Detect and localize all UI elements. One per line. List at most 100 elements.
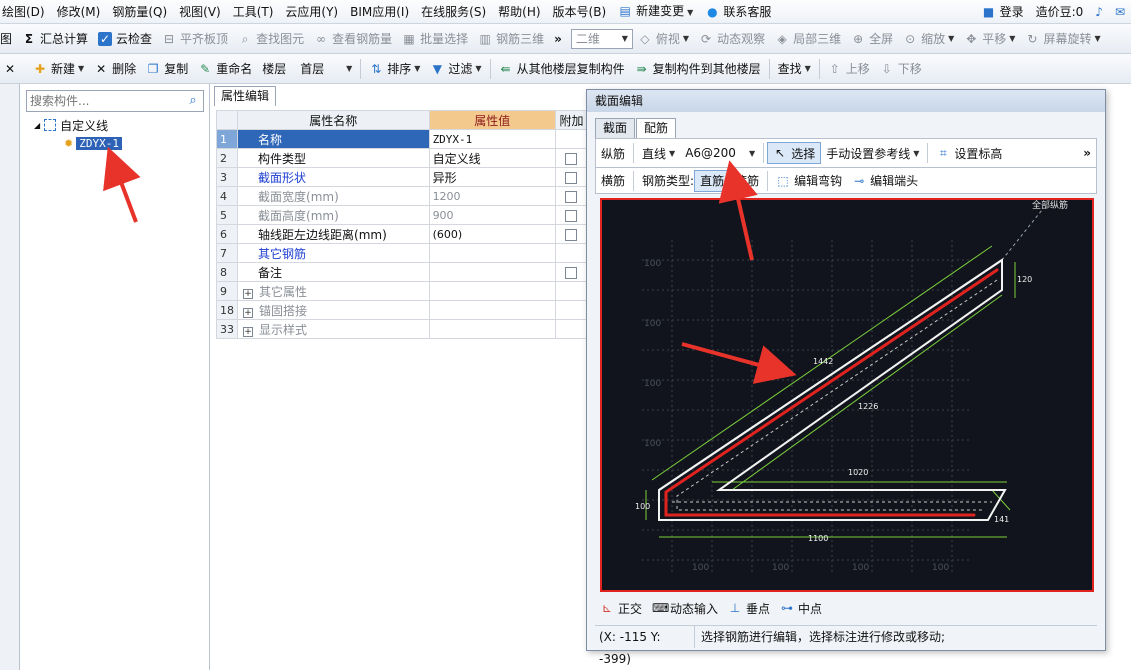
property-row[interactable]: 3 截面形状 异形 [215,167,589,187]
find-button[interactable]: 查找 ▼ [773,56,816,82]
menu-item-bim[interactable]: BIM应用(I) [344,0,415,23]
dialog-toolbar-overflow-icon[interactable]: » [1078,142,1096,164]
find-element-button[interactable]: ⌕ 查找图元 [233,26,309,52]
stirrup-button[interactable]: 箍筋 [730,170,764,192]
transverse-rebar-button[interactable]: 横筋 [596,170,630,192]
property-row[interactable]: 18 + 锚固搭接 [215,300,589,320]
edit-hook-button[interactable]: ⬚ 编辑弯钩 [771,170,847,192]
property-row[interactable]: 4 截面宽度(mm) 1200 [215,186,589,206]
expand-icon[interactable]: + [243,307,254,318]
new-change-button[interactable]: ▤ 新建变更 ▼ [612,0,699,23]
toolbar-item-draw[interactable]: 图 [0,26,17,52]
menu-item-help[interactable]: 帮助(H) [492,0,546,23]
menu-item-version[interactable]: 版本号(B) [547,0,613,23]
property-group[interactable]: + 显示样式 [237,319,430,339]
property-group[interactable]: + 锚固搭接 [237,300,430,320]
property-value[interactable]: 1200 [428,186,556,206]
additional-checkbox[interactable] [565,171,578,184]
menu-item-rebar-qty[interactable]: 钢筋量(Q) [106,0,173,23]
property-value[interactable]: 自定义线 [428,148,556,168]
search-input[interactable] [27,91,177,111]
panel-close-icon[interactable]: ✕ [0,56,20,82]
property-row[interactable]: 5 截面高度(mm) 900 [215,205,589,225]
property-group[interactable]: + 其它属性 [237,281,430,301]
rebar-spec-select[interactable]: A6@200 ▼ [680,142,760,164]
menu-item-draw[interactable]: 绘图(D) [0,0,51,23]
menu-item-modify[interactable]: 修改(M) [51,0,107,23]
ortho-button[interactable]: ⊾ 正交 [595,597,647,619]
property-value[interactable]: 900 [428,205,556,225]
property-value[interactable]: (600) [428,224,556,244]
flush-slab-top-button[interactable]: ⊟ 平齐板顶 [157,26,233,52]
cloud-check-button[interactable]: ✓ 云检查 [93,26,157,52]
pan-button[interactable]: ✥ 平移 ▼ [959,26,1020,52]
floor-select[interactable]: 首层 ▼ [295,59,357,79]
property-row[interactable]: 9 + 其它属性 [215,281,589,301]
filter-button[interactable]: ▼ 过滤 ▼ [425,56,486,82]
menu-item-tools[interactable]: 工具(T) [227,0,280,23]
line-type-select[interactable]: 直线 ▼ [637,142,680,164]
move-up-button[interactable]: ⇧ 上移 [823,56,875,82]
rebar-3d-button[interactable]: ▥ 钢筋三维 [473,26,549,52]
set-elevation-button[interactable]: ⌗ 设置标高 [931,142,1007,164]
batch-select-button[interactable]: ▦ 批量选择 [397,26,473,52]
tree-node-zdyx-1[interactable]: ✹ ZDYX-1 [64,134,122,152]
additional-checkbox[interactable] [565,209,578,222]
property-row[interactable]: 2 构件类型 自定义线 [215,148,589,168]
search-icon[interactable]: ⌕ [185,93,201,109]
property-row[interactable]: 33 + 显示样式 [215,319,589,339]
summary-calc-button[interactable]: Σ 汇总计算 [17,26,93,52]
property-row[interactable]: 7 其它钢筋 [215,243,589,263]
property-value-input[interactable]: ZDYX-1 [428,129,556,149]
dynamic-input-button[interactable]: ⌨ 动态输入 [647,597,723,619]
select-button[interactable]: ↖ 选择 [767,142,822,164]
property-value[interactable] [428,262,556,282]
collapse-toggle-icon[interactable]: ◢ [34,121,40,130]
move-down-button[interactable]: ⇩ 下移 [875,56,927,82]
property-value[interactable]: 异形 [428,167,556,187]
tab-section[interactable]: 截面 [595,118,636,138]
contact-support-button[interactable]: ● 联系客服 [699,0,777,23]
menu-item-view[interactable]: 视图(V) [173,0,227,23]
top-view-button[interactable]: ◇ 俯视 ▼ [633,26,694,52]
local-3d-button[interactable]: ◈ 局部三维 [770,26,846,52]
midpoint-button[interactable]: ⊶ 中点 [775,597,827,619]
section-drawing[interactable]: 100 100 100 100 100 100 100 100 1442 122… [602,200,1092,590]
expand-icon[interactable]: + [243,326,254,337]
tree-node-custom-line[interactable]: ◢ 自定义线 [34,116,122,134]
view-mode-select[interactable]: 二维 ▼ [570,28,633,49]
menu-item-online[interactable]: 在线服务(S) [415,0,492,23]
property-row[interactable]: 6 轴线距左边线距离(mm) (600) [215,224,589,244]
longitudinal-rebar-button[interactable]: 纵筋 [596,142,630,164]
additional-checkbox[interactable] [565,190,578,203]
additional-checkbox[interactable] [565,228,578,241]
delete-button[interactable]: ✕ 删除 [89,56,141,82]
perpendicular-button[interactable]: ⊥ 垂点 [723,597,775,619]
section-canvas[interactable]: 100 100 100 100 100 100 100 100 1442 122… [600,198,1094,592]
view-rebar-qty-button[interactable]: ∞ 查看钢筋量 [309,26,397,52]
fullscreen-button[interactable]: ⊕ 全屏 [846,26,898,52]
expand-icon[interactable]: + [243,288,254,299]
property-value[interactable] [428,243,556,263]
menu-item-cloud[interactable]: 云应用(Y) [279,0,344,23]
screen-rotate-button[interactable]: ↻ 屏幕旋转 ▼ [1020,26,1105,52]
tab-reinforcement[interactable]: 配筋 [636,118,677,138]
notification-icon[interactable]: ♪ [1089,0,1109,23]
straight-rebar-button[interactable]: 直筋 [694,169,731,192]
sort-button[interactable]: ⇅ 排序 ▼ [364,56,425,82]
toolbar-overflow-icon[interactable]: » [549,26,567,52]
copy-from-other-floor-button[interactable]: ⇚ 从其他楼层复制构件 [494,56,630,82]
edit-end-button[interactable]: ⊸ 编辑端头 [847,170,923,192]
additional-checkbox[interactable] [565,152,578,165]
copy-to-other-floor-button[interactable]: ⇛ 复制构件到其他楼层 [630,56,766,82]
manual-reference-line-button[interactable]: 手动设置参考线 ▼ [821,142,924,164]
new-button[interactable]: ✚ 新建 ▼ [28,56,89,82]
dynamic-observe-button[interactable]: ⟳ 动态观察 [694,26,770,52]
copy-button[interactable]: ❐ 复制 [141,56,193,82]
message-icon[interactable]: ✉ [1109,0,1131,23]
zoom-button[interactable]: ⊙ 缩放 ▼ [898,26,959,52]
tab-property-editor[interactable]: 属性编辑 [214,86,276,106]
property-row[interactable]: 8 备注 [215,262,589,282]
additional-checkbox[interactable] [565,266,578,279]
login-button[interactable]: ■ 登录 [976,0,1030,23]
